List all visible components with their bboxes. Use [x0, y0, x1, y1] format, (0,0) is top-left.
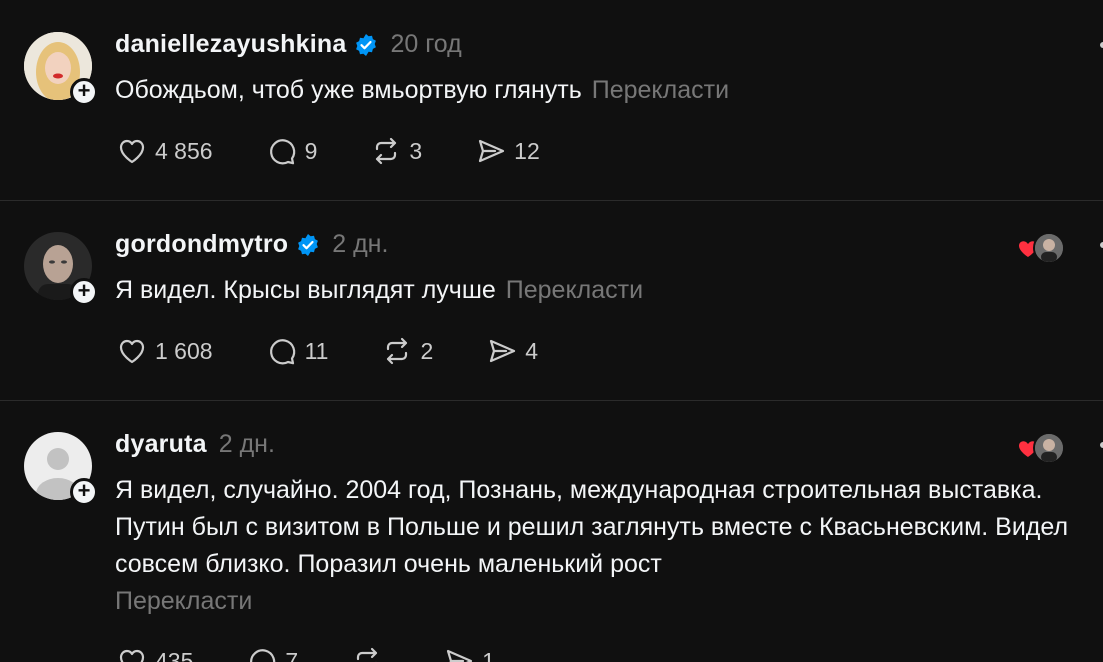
repost-button[interactable]: 2: [380, 334, 433, 368]
liker-avatar: [1033, 232, 1065, 264]
threads-feed: + daniellezayushkina 20 год Обождьом, чт…: [0, 0, 1103, 662]
follow-plus-icon[interactable]: +: [70, 78, 98, 106]
send-icon: [479, 139, 505, 163]
username[interactable]: daniellezayushkina: [115, 30, 346, 59]
heart-icon: [119, 139, 145, 164]
reply-button[interactable]: 9: [265, 134, 318, 168]
translate-link[interactable]: Перекласти: [592, 76, 729, 104]
post-text: Я видел, случайно. 2004 год, Познань, ме…: [115, 472, 1095, 620]
like-count: 1 608: [155, 337, 213, 364]
heart-icon: [119, 339, 145, 364]
reply-count: 7: [285, 647, 299, 662]
share-count: 1: [482, 647, 495, 662]
repost-button[interactable]: 3: [369, 134, 422, 168]
share-button[interactable]: 12: [474, 134, 540, 168]
repost-count: 3: [409, 137, 423, 164]
liked-by-indicator[interactable]: [1017, 432, 1065, 464]
reply-count: 9: [304, 137, 318, 164]
follow-plus-icon[interactable]: +: [70, 478, 98, 506]
username[interactable]: gordondmytro: [115, 230, 288, 259]
share-button[interactable]: 4: [485, 334, 538, 368]
post-actions: 1 608 11 2 4: [115, 334, 590, 368]
post-text-content: Я видел. Крысы выглядят лучше: [115, 276, 496, 304]
repost-count: 2: [420, 337, 434, 364]
post-header: gordondmytro 2 дн.: [115, 230, 388, 259]
post[interactable]: + dyaruta 2 дн. Я видел, случайно. 2004 …: [0, 400, 1103, 662]
post-actions: 435 7 1: [115, 644, 547, 662]
avatar[interactable]: +: [24, 432, 98, 506]
reply-button[interactable]: 7: [245, 644, 298, 662]
comment-icon: [250, 649, 276, 662]
post-text: Я видел. Крысы выглядят лучше Перекласти: [115, 272, 1095, 309]
username[interactable]: dyaruta: [115, 430, 207, 459]
translate-link[interactable]: Перекласти: [115, 583, 1095, 620]
post-text-content: Обождьом, чтоб уже вмьортвую глянуть: [115, 76, 582, 104]
post-actions: 4 856 9 3 12: [115, 134, 592, 168]
like-button[interactable]: 4 856: [115, 134, 213, 168]
reply-button[interactable]: 11: [265, 334, 329, 368]
avatar[interactable]: +: [24, 232, 98, 306]
comment-icon: [269, 139, 295, 165]
share-button[interactable]: 1: [442, 644, 495, 662]
post-time: 20 год: [390, 30, 462, 58]
share-count: 12: [514, 137, 540, 164]
follow-plus-icon[interactable]: +: [70, 278, 98, 306]
post-time: 2 дн.: [218, 430, 275, 458]
post[interactable]: + gordondmytro 2 дн. Я видел. Крысы выгл…: [0, 200, 1103, 400]
like-count: 435: [155, 647, 194, 662]
liker-avatar: [1033, 432, 1065, 464]
repost-icon: [387, 337, 408, 365]
verified-badge-icon: [356, 33, 377, 56]
post-text-content: Я видел, случайно. 2004 год, Познань, ме…: [115, 476, 1069, 578]
post-text: Обождьом, чтоб уже вмьортвую глянуть Пере…: [115, 72, 1095, 109]
post-header: dyaruta 2 дн.: [115, 430, 275, 459]
send-icon: [490, 339, 516, 363]
share-count: 4: [525, 337, 539, 364]
like-button[interactable]: 435: [115, 644, 193, 662]
repost-button[interactable]: [350, 644, 390, 662]
send-icon: [447, 649, 473, 662]
like-button[interactable]: 1 608: [115, 334, 213, 368]
verified-badge-icon: [298, 233, 319, 256]
avatar[interactable]: +: [24, 32, 98, 106]
heart-icon: [119, 649, 145, 662]
translate-link[interactable]: Перекласти: [506, 276, 643, 304]
repost-icon: [376, 137, 397, 165]
comment-icon: [269, 339, 295, 365]
liked-by-indicator[interactable]: [1017, 232, 1065, 264]
reply-count: 11: [304, 337, 329, 364]
post[interactable]: + daniellezayushkina 20 год Обождьом, чт…: [0, 0, 1103, 200]
post-header: daniellezayushkina 20 год: [115, 30, 462, 59]
repost-icon: [357, 647, 378, 662]
post-time: 2 дн.: [332, 230, 389, 258]
like-count: 4 856: [155, 137, 213, 164]
